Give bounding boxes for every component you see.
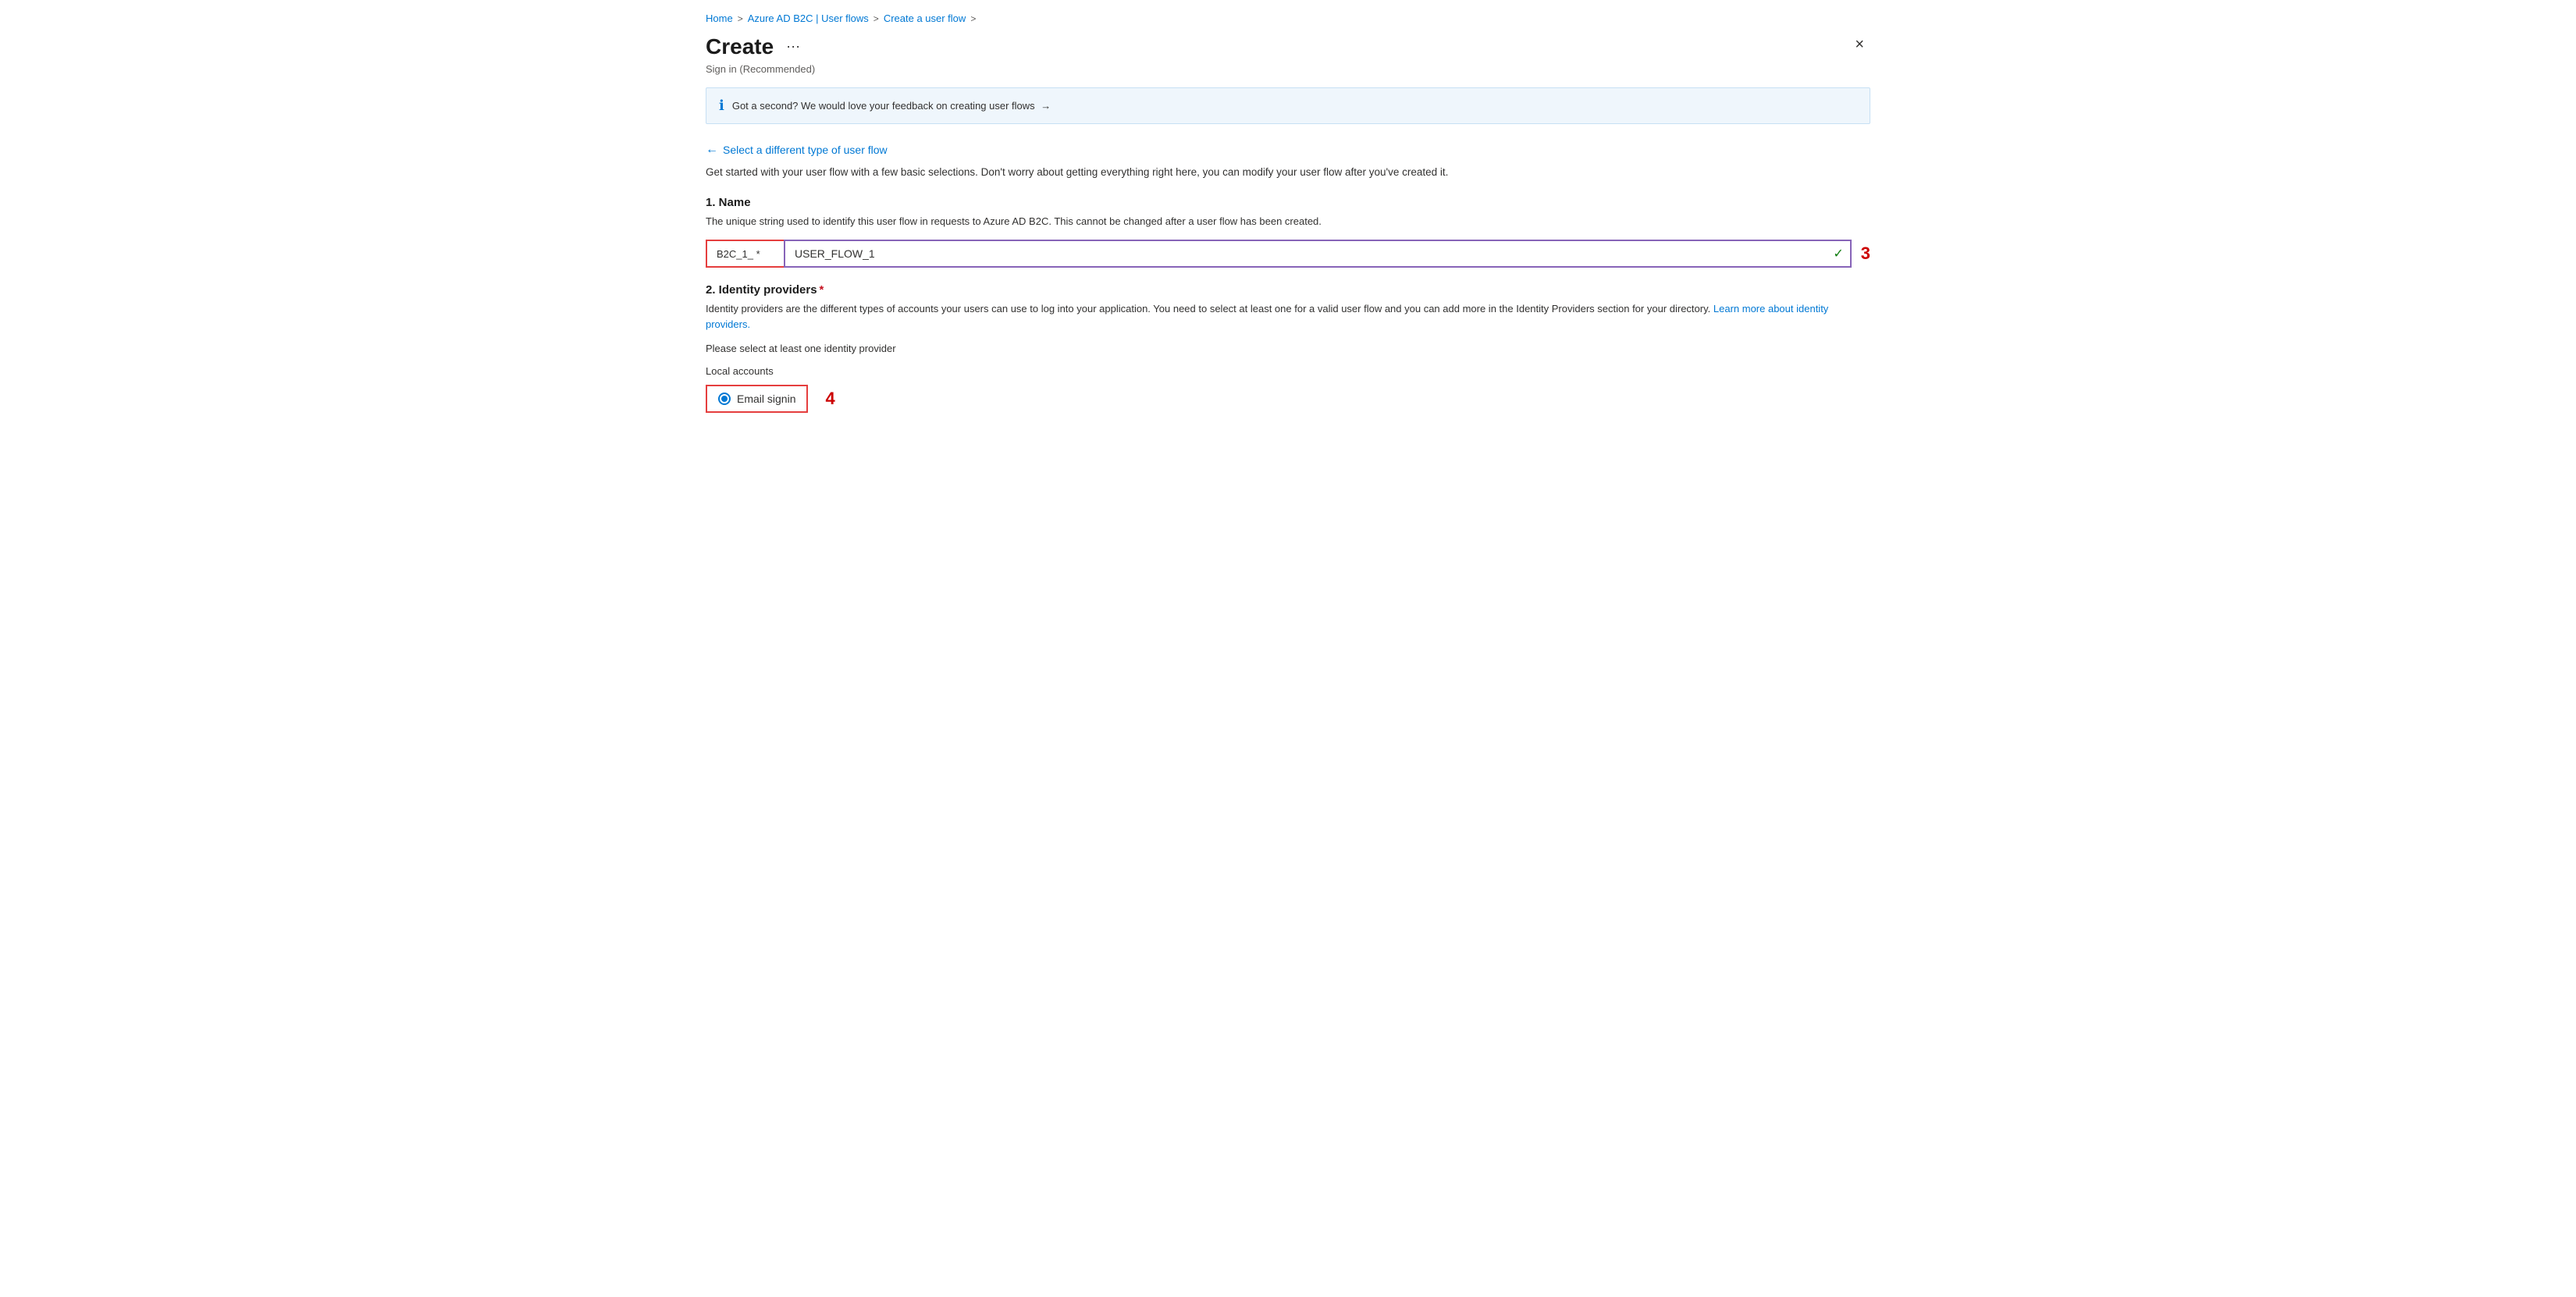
annotation-4: 4 — [825, 389, 834, 409]
breadcrumb-sep2: > — [873, 13, 879, 24]
breadcrumb-sep3: > — [970, 13, 976, 24]
breadcrumb-sep1: > — [738, 13, 743, 24]
ellipsis-button[interactable]: ··· — [781, 37, 805, 56]
required-star: * — [820, 283, 824, 297]
breadcrumb-home[interactable]: Home — [706, 12, 733, 24]
prefix-label: B2C_1_ * — [717, 248, 760, 260]
info-banner: ℹ Got a second? We would love your feedb… — [706, 87, 1870, 124]
radio-circle-inner — [721, 396, 728, 402]
annotation-3: 3 — [1861, 243, 1870, 264]
name-section-title: 1. Name — [706, 196, 1870, 209]
checkmark-icon: ✓ — [1833, 246, 1843, 261]
identity-section: 2. Identity providers* Identity provider… — [706, 283, 1870, 413]
header-row: Create ··· × — [706, 34, 1870, 60]
name-section-desc: The unique string used to identify this … — [706, 214, 1870, 229]
banner-text: Got a second? We would love your feedbac… — [732, 100, 1051, 112]
name-input-row: B2C_1_ * ✓ 3 — [706, 240, 1870, 268]
info-icon: ℹ — [719, 98, 724, 114]
local-accounts-label: Local accounts — [706, 365, 1870, 377]
breadcrumb-create[interactable]: Create a user flow — [884, 12, 966, 24]
close-button[interactable]: × — [1848, 34, 1870, 55]
email-signin-radio-box[interactable]: Email signin — [706, 385, 808, 413]
email-signin-label: Email signin — [737, 393, 795, 405]
breadcrumb-azure-ad[interactable]: Azure AD B2C | User flows — [748, 12, 869, 24]
email-signin-option-row: Email signin 4 — [706, 385, 1870, 413]
identity-section-title: 2. Identity providers* — [706, 283, 1870, 297]
back-arrow-icon: ← — [706, 143, 718, 157]
identity-section-desc: Identity providers are the different typ… — [706, 301, 1870, 332]
name-input-wrapper: ✓ — [784, 240, 1852, 268]
page-subtitle: Sign in (Recommended) — [706, 63, 1870, 75]
name-section: 1. Name The unique string used to identi… — [706, 196, 1870, 268]
page-title: Create — [706, 34, 774, 60]
please-select-text: Please select at least one identity prov… — [706, 343, 1870, 354]
page-wrapper: Home > Azure AD B2C | User flows > Creat… — [687, 0, 1889, 457]
name-input[interactable] — [784, 240, 1852, 268]
header-title-group: Create ··· — [706, 34, 805, 60]
prefix-box: B2C_1_ * — [706, 240, 784, 268]
breadcrumb: Home > Azure AD B2C | User flows > Creat… — [706, 12, 1870, 24]
email-signin-radio-circle — [718, 393, 731, 405]
back-link-label: Select a different type of user flow — [723, 144, 888, 156]
back-link[interactable]: ← Select a different type of user flow — [706, 143, 888, 157]
intro-text: Get started with your user flow with a f… — [706, 165, 1870, 180]
